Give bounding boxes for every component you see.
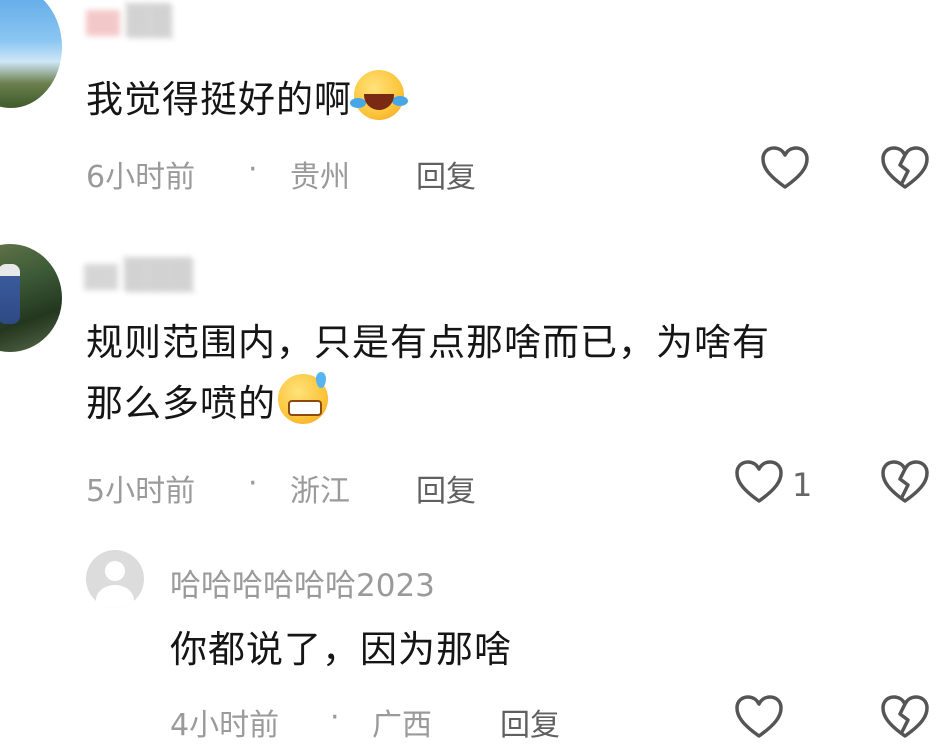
rofl-emoji [350, 70, 408, 120]
blur-mask [86, 9, 120, 36]
comment-author-name-blurred[interactable]: ▒▒ [86, 4, 172, 39]
comment-text-line: 那么多喷的 [86, 372, 328, 434]
reply-button[interactable]: 回复 [416, 152, 476, 196]
mouth [364, 94, 394, 110]
avatar[interactable] [0, 0, 62, 108]
grin-sweat-emoji [278, 372, 328, 424]
comment-location: 浙江 [290, 474, 350, 509]
reply-author-name[interactable]: 哈哈哈哈哈哈2023 [170, 560, 435, 605]
meta-separator: · [248, 152, 258, 187]
comment-time: 5小时前 [86, 474, 196, 509]
comment-text: 我觉得挺好的啊 [86, 70, 408, 130]
heart-icon-svg [761, 146, 809, 189]
like-count: 1 [792, 466, 813, 504]
reply-time: 4小时前 [170, 708, 280, 743]
comment-time: 6小时前 [86, 160, 196, 195]
blur-mask [84, 263, 118, 290]
default-avatar[interactable] [86, 550, 144, 608]
broken-heart-icon[interactable] [880, 694, 930, 746]
reply-location: 广西 [372, 708, 432, 743]
tear [350, 98, 366, 108]
avatar-figure [0, 264, 20, 324]
broken-heart-icon-svg [881, 146, 929, 189]
tear [392, 96, 408, 106]
person-icon-head [105, 561, 125, 581]
broken-heart-icon-svg [881, 695, 929, 738]
blurred-text: ▒▒▒ [124, 258, 194, 293]
meta-separator: · [248, 466, 258, 501]
sweat-drop [316, 372, 326, 388]
broken-heart-icon[interactable] [880, 145, 930, 197]
broken-heart-icon-svg [881, 460, 929, 503]
comment-location: 贵州 [290, 160, 350, 195]
broken-heart-icon[interactable] [880, 459, 930, 511]
teeth [288, 400, 322, 416]
heart-icon[interactable] [734, 459, 784, 511]
comment-text-line: 规则范围内，只是有点那啥而已，为啥有 [86, 321, 770, 364]
heart-icon-svg [735, 460, 783, 503]
reply-button[interactable]: 回复 [500, 700, 560, 744]
person-icon-body [96, 585, 134, 608]
reply-button[interactable]: 回复 [416, 466, 476, 510]
comment-text-body: 我觉得挺好的啊 [86, 78, 352, 121]
comment-author-name-blurred[interactable]: ▒▒▒ [84, 258, 193, 293]
heart-icon-svg [735, 695, 783, 738]
heart-icon[interactable] [734, 694, 784, 746]
avatar[interactable] [0, 244, 62, 352]
blurred-text: ▒▒ [126, 4, 173, 39]
reply-text: 你都说了，因为那啥 [170, 628, 512, 671]
meta-separator: · [330, 700, 340, 735]
comment-text-body: 那么多喷的 [86, 382, 276, 425]
heart-icon[interactable] [760, 145, 810, 197]
